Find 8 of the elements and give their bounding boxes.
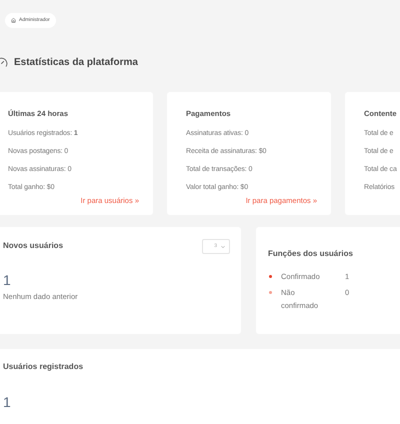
registered-users-count: 1 — [3, 393, 12, 412]
new-users-count: 1 — [3, 272, 12, 288]
card-title: Novos usuários — [3, 240, 64, 252]
card-title: Usuários registrados — [3, 361, 84, 373]
home-icon — [11, 18, 16, 23]
chevron-icon — [220, 244, 226, 250]
card-title: Funções dos usuários — [268, 249, 353, 258]
page-title: Estatísticas da plataforma — [14, 56, 138, 70]
